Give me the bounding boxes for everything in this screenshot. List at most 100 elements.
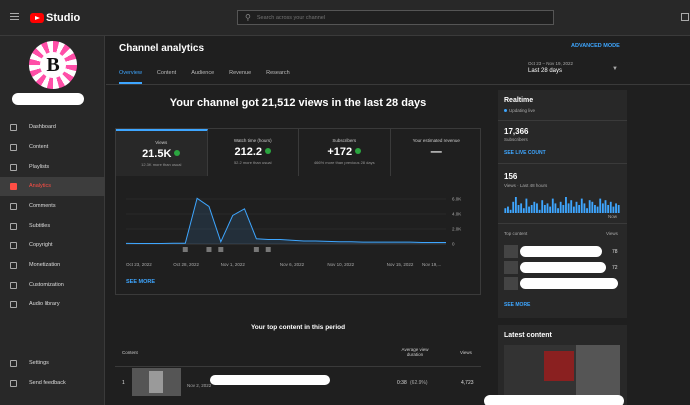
metric-value: 212.2: [234, 146, 263, 158]
studio-logo[interactable]: Studio: [30, 12, 80, 24]
views-headline: Your channel got 21,512 views in the las…: [169, 97, 427, 109]
advanced-mode-link[interactable]: ADVANCED MODE: [571, 43, 620, 49]
latest-content-card: Latest content: [484, 325, 627, 405]
sidebar-item-send-feedback[interactable]: Send feedback: [0, 374, 105, 393]
content-thumbnail[interactable]: [504, 261, 518, 274]
chevron-down-icon[interactable]: ▼: [612, 66, 618, 72]
redacted-channel-name: [12, 93, 84, 105]
see-more-link[interactable]: SEE MORE: [126, 279, 155, 285]
sidebar-item-label: Comments: [29, 203, 56, 209]
sidebar-item-dashboard[interactable]: Dashboard: [0, 118, 105, 137]
y-tick-label: 2.0K: [452, 227, 461, 232]
metric-subscribers[interactable]: Subscribers +172 466% more than previous 2…: [299, 129, 391, 176]
metric-sub: 52.2 more than usual: [233, 160, 272, 165]
realtime-bar: [533, 201, 536, 213]
realtime-bar: [549, 206, 552, 213]
arrow-up-icon: [355, 148, 362, 155]
copyright-icon: [10, 242, 17, 249]
realtime-bar: [507, 206, 509, 213]
sidebar-item-content[interactable]: Content: [0, 138, 105, 157]
realtime-bar: [570, 200, 573, 213]
metric-sub: 12.3K more than usual: [141, 162, 182, 167]
realtime-bar: [525, 198, 528, 213]
analytics-icon: [10, 183, 17, 190]
views-label: Views: [606, 231, 618, 236]
upload-marker-icon[interactable]: [253, 247, 259, 252]
realtime-bar: [604, 200, 607, 213]
upload-marker-icon[interactable]: [218, 247, 224, 252]
metrics-card: Views 21.5K 12.3K more than usual Watch tim…: [115, 128, 481, 295]
divider: [115, 366, 481, 367]
upload-marker-icon[interactable]: [206, 247, 212, 252]
monetization-icon: [10, 262, 17, 269]
menu-icon[interactable]: [10, 13, 19, 21]
realtime-bar: [599, 198, 602, 213]
metric-revenue[interactable]: Your estimated revenue —: [391, 129, 483, 176]
sidebar-item-playlists[interactable]: Playlists: [0, 158, 105, 177]
video-thumbnail[interactable]: [132, 368, 181, 396]
realtime-bar: [601, 203, 604, 213]
tab-content[interactable]: Content: [157, 70, 176, 84]
realtime-bar: [612, 206, 615, 213]
upload-marker-icon[interactable]: [182, 247, 188, 252]
content-icon: [10, 144, 17, 151]
search-box[interactable]: ⚲: [237, 10, 554, 25]
audio-library-icon: [10, 301, 17, 308]
tab-overview[interactable]: Overview: [119, 70, 142, 84]
metric-views[interactable]: Views 21.5K 12.3K more than usual: [116, 129, 208, 176]
tab-research[interactable]: Research: [266, 70, 290, 84]
subtitles-icon: [10, 223, 17, 230]
create-icon[interactable]: [681, 13, 689, 21]
realtime-bar: [583, 203, 586, 213]
upload-marker-icon[interactable]: [265, 247, 271, 252]
search-input[interactable]: [256, 14, 537, 21]
row-rank: 1: [122, 380, 125, 386]
sidebar-item-label: Send feedback: [29, 380, 66, 386]
top-content-title: Your top content in this period: [250, 324, 346, 331]
sidebar-item-label: Playlists: [29, 164, 50, 170]
realtime-bar: [578, 205, 581, 213]
realtime-bar: [554, 203, 557, 213]
sidebar-item-comments[interactable]: Comments: [0, 197, 105, 216]
content-thumbnail[interactable]: [504, 277, 518, 290]
col-avg-duration: Average view duration: [401, 347, 429, 357]
tab-revenue[interactable]: Revenue: [229, 70, 251, 84]
date-range-sub[interactable]: Oct 23 – Nov 19, 2022: [528, 61, 573, 66]
settings-icon: [10, 360, 17, 367]
metric-value: +172: [327, 146, 353, 158]
sidebar-item-monetization[interactable]: Monetization: [0, 256, 105, 275]
sidebar-item-audio-library[interactable]: Audio library: [0, 295, 105, 314]
sidebar-item-settings[interactable]: Settings: [0, 354, 105, 373]
views-line-chart: 6.0K 4.0K 2.0K 0 Oct 23, 2022 Oct 28, 2022 Nov…: [125, 197, 461, 267]
realtime-bar: [520, 203, 523, 213]
realtime-card: Realtime Updating live 17,366 Subscriber…: [498, 90, 627, 318]
sidebar-item-analytics[interactable]: Analytics: [0, 177, 105, 196]
metric-label: Views: [155, 140, 168, 145]
metric-label: Your estimated revenue: [412, 138, 460, 143]
redacted-title: [520, 246, 602, 257]
realtime-see-more-link[interactable]: SEE MORE: [504, 302, 530, 308]
avatar-letter: B: [40, 52, 66, 78]
tab-audience[interactable]: Audience: [191, 70, 214, 84]
realtime-status: Updating live: [504, 108, 535, 113]
realtime-bar: [559, 201, 562, 213]
realtime-bar: [514, 197, 517, 213]
sidebar-item-label: Monetization: [29, 262, 61, 268]
sidebar-item-customization[interactable]: Customization: [0, 276, 105, 295]
dashboard-icon: [10, 124, 17, 131]
realtime-bar: [504, 208, 507, 213]
content-thumbnail[interactable]: [504, 245, 518, 258]
thumbnail-figure: [544, 351, 574, 381]
x-tick-label: Nov 6, 2022: [280, 262, 305, 267]
sidebar-item-copyright[interactable]: Copyright: [0, 236, 105, 255]
realtime-bar: [512, 201, 515, 213]
sidebar-item-label: Dashboard: [29, 124, 56, 130]
sidebar-item-subtitles[interactable]: Subtitles: [0, 217, 105, 236]
metric-watch-time[interactable]: Watch time (hours) 212.2 52.2 more than us…: [208, 129, 299, 176]
channel-avatar[interactable]: B: [29, 41, 77, 89]
latest-content-title: Latest content: [504, 332, 552, 339]
date-range-main[interactable]: Last 28 days: [528, 68, 562, 74]
realtime-bar: [609, 201, 612, 213]
see-live-count-link[interactable]: SEE LIVE COUNT: [504, 150, 546, 156]
realtime-bar-chart: [504, 197, 620, 213]
